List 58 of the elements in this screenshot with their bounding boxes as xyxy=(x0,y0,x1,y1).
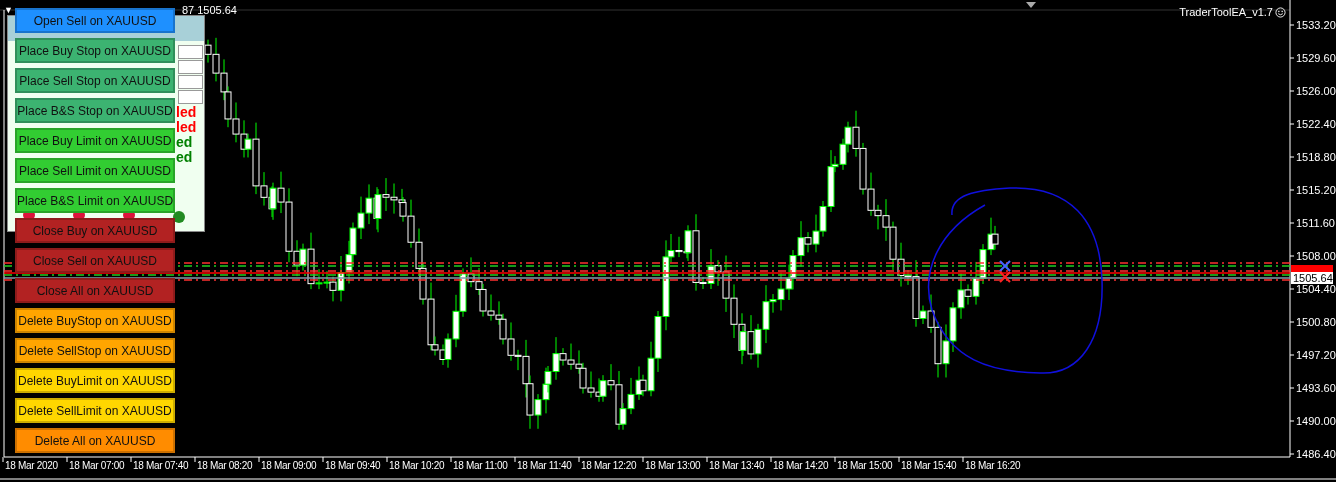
shift-marker-icon xyxy=(1026,2,1036,8)
order-button[interactable]: Place Sell Stop on XAUUSD xyxy=(15,68,175,93)
status-text: led xyxy=(176,120,197,134)
price-label: 1493.60 xyxy=(1296,382,1336,394)
status-text: ed xyxy=(176,135,193,149)
order-button[interactable]: Place B&S Limit on XAUUSD xyxy=(15,188,175,213)
price-label: 1486.40 xyxy=(1296,448,1336,460)
order-button[interactable]: Delete SellStop on XAUUSD xyxy=(15,338,175,363)
price-label: 1522.40 xyxy=(1296,118,1336,130)
order-button[interactable]: Delete BuyLimit on XAUUSD xyxy=(15,368,175,393)
order-button[interactable]: Delete All on XAUUSD xyxy=(15,428,175,453)
input-field[interactable] xyxy=(178,45,203,59)
order-button[interactable]: Delete SellLimit on XAUUSD xyxy=(15,398,175,423)
price-label: 1490.00 xyxy=(1296,415,1336,427)
time-label: 18 Mar 11:00 xyxy=(453,460,508,472)
order-button[interactable]: Place B&S Stop on XAUUSD xyxy=(15,98,175,123)
dropdown-arrow[interactable]: ▼ xyxy=(4,3,13,17)
cross-icon xyxy=(999,260,1011,272)
current-price-label: 1505.64 xyxy=(1291,272,1333,284)
time-label: 18 Mar 12:20 xyxy=(581,460,637,472)
quote-text: 87 1505.64 xyxy=(181,3,237,18)
price-label: 1497.20 xyxy=(1296,349,1336,361)
time-label: 18 Mar 10:20 xyxy=(389,460,445,472)
time-label: 18 Mar 07:00 xyxy=(69,460,125,472)
order-button[interactable]: Place Sell Limit on XAUUSD xyxy=(15,158,175,183)
price-label: 1526.00 xyxy=(1296,85,1336,97)
status-text: led xyxy=(176,105,197,119)
time-label: 18 Mar 09:00 xyxy=(261,460,317,472)
time-label: 18 Mar 16:20 xyxy=(965,460,1021,472)
price-label: 1508.00 xyxy=(1296,250,1336,262)
time-label: 18 Mar 15:40 xyxy=(901,460,957,472)
price-label: 1518.80 xyxy=(1296,151,1336,163)
order-button[interactable]: Open Sell on XAUUSD xyxy=(15,8,175,33)
time-label: 18 Mar 08:20 xyxy=(197,460,253,472)
time-label: 18 Mar 11:40 xyxy=(517,460,572,472)
price-label: 1500.80 xyxy=(1296,316,1336,328)
time-label: 18 Mar 14:20 xyxy=(773,460,829,472)
smiley-icon xyxy=(1275,6,1286,18)
price-label: 1511.60 xyxy=(1296,217,1335,229)
cross-icon xyxy=(999,271,1011,283)
time-label: 18 Mar 13:40 xyxy=(709,460,765,472)
expert-advisor-label: TraderToolEA_v1.7 xyxy=(1179,5,1273,20)
time-label: 18 Mar 15:00 xyxy=(837,460,893,472)
price-label: 1504.40 xyxy=(1296,283,1336,295)
input-field[interactable] xyxy=(178,90,203,104)
price-label: 1515.20 xyxy=(1296,184,1336,196)
price-label: 1529.60 xyxy=(1296,52,1336,64)
time-label: 18 Mar 09:40 xyxy=(325,460,381,472)
order-button[interactable]: Place Buy Limit on XAUUSD xyxy=(15,128,175,153)
time-label: 18 Mar 2020 xyxy=(5,460,58,472)
input-field[interactable] xyxy=(178,60,203,74)
time-label: 18 Mar 13:00 xyxy=(645,460,701,472)
input-field[interactable] xyxy=(178,75,203,89)
order-button[interactable]: Place Buy Stop on XAUUSD xyxy=(15,38,175,63)
status-text: ed xyxy=(176,150,193,164)
price-label: 1533.20 xyxy=(1296,19,1336,31)
order-button[interactable]: Delete BuyStop on XAUUSD xyxy=(15,308,175,333)
time-label: 18 Mar 07:40 xyxy=(133,460,189,472)
